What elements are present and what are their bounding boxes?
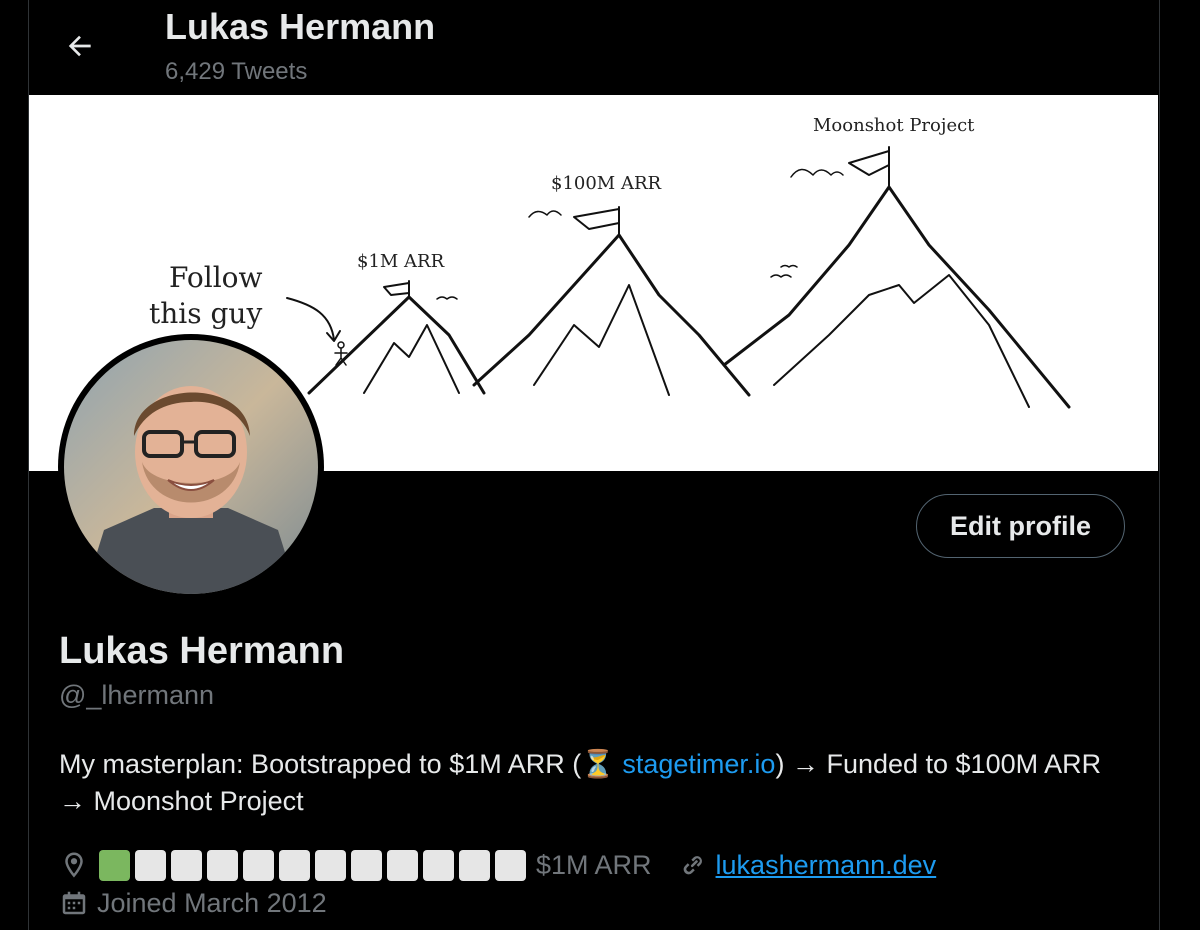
hourglass-icon: ⏳ (581, 749, 615, 779)
joined-date: Joined March 2012 (97, 887, 327, 918)
calendar-icon (59, 888, 89, 918)
arrow-left-icon (68, 35, 91, 57)
link-icon (678, 850, 708, 880)
banner-follow-line1: Follow (169, 261, 263, 294)
banner-label-100m: $100M ARR (551, 173, 662, 194)
website-link[interactable]: lukashermann.dev (716, 850, 937, 881)
profile-handle: @_lhermann (59, 680, 214, 710)
progress-box-empty (135, 849, 166, 881)
back-button[interactable] (62, 28, 98, 64)
avatar-photo (64, 340, 318, 594)
avatar[interactable] (58, 334, 324, 600)
banner-label-moonshot: Moonshot Project (813, 115, 975, 136)
edit-profile-button[interactable]: Edit profile (916, 494, 1125, 558)
progress-box-empty (351, 849, 382, 881)
banner-follow-line2: this guy (149, 297, 262, 330)
bio-prefix: My masterplan: Bootstrapped to $1M ARR ( (59, 749, 582, 779)
profile-name: Lukas Hermann (59, 630, 345, 672)
joined-row: Joined March 2012 (59, 885, 327, 921)
location-pin-icon (59, 850, 89, 880)
profile-meta-row: $1M ARR lukashermann.dev (59, 845, 936, 885)
progress-bar (99, 849, 526, 881)
progress-box-empty (459, 849, 490, 881)
progress-box-empty (315, 849, 346, 881)
profile-bio: My masterplan: Bootstrapped to $1M ARR (… (59, 746, 1129, 820)
progress-box-empty (279, 849, 310, 881)
progress-box-empty (387, 849, 418, 881)
banner-label-1m: $1M ARR (357, 251, 445, 272)
header-title: Lukas Hermann (165, 6, 436, 47)
progress-box-empty (423, 849, 454, 881)
progress-box-filled (99, 849, 130, 881)
progress-box-empty (207, 849, 238, 881)
progress-box-empty (243, 849, 274, 881)
tweet-count: 6,429 Tweets (165, 58, 308, 85)
bio-link-stagetimer[interactable]: stagetimer.io (622, 749, 775, 779)
location-text: $1M ARR (536, 849, 652, 880)
progress-box-empty (171, 849, 202, 881)
progress-box-empty (495, 849, 526, 881)
